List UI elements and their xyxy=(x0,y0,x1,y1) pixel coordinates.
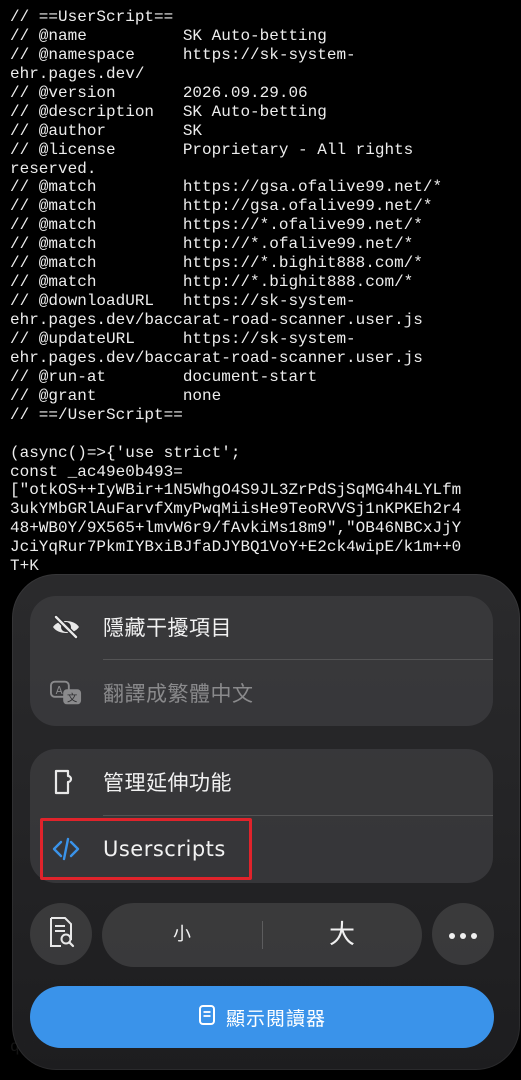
code-line: // @namespace https://sk-system- xyxy=(10,45,356,64)
text-size-smaller-button[interactable]: 小 xyxy=(102,903,262,967)
menu-group-page: 隱藏干擾項目 A 文 翻譯成繁體中文 xyxy=(30,596,493,726)
highlight-box xyxy=(40,818,252,880)
code-line: // @match http://*.ofalive99.net/* xyxy=(10,235,414,254)
code-line: 48+WB0Y/9X565+lmvW6r9/fAvkiMs18m9","OB46… xyxy=(10,519,462,538)
code-line: reserved. xyxy=(10,159,97,178)
hide-distractions-item[interactable]: 隱藏干擾項目 xyxy=(30,596,493,658)
code-line: // @match https://gsa.ofalive99.net/* xyxy=(10,178,443,197)
eye-slash-icon xyxy=(50,611,82,643)
translate-icon: A 文 xyxy=(50,677,82,709)
code-line: // @match https://*.ofalive99.net/* xyxy=(10,216,423,235)
code-line: const _ac49e0b493= xyxy=(10,462,183,481)
code-line: ehr.pages.dev/ xyxy=(10,64,145,83)
puzzle-extension-icon xyxy=(50,766,82,798)
code-line: ehr.pages.dev/baccarat-road-scanner.user… xyxy=(10,311,423,329)
code-line: // @downloadURL https://sk-system- xyxy=(10,292,356,311)
manage-extensions-item[interactable]: 管理延伸功能 xyxy=(30,751,493,813)
divider xyxy=(103,659,493,660)
page-menu-button[interactable] xyxy=(30,903,92,965)
more-button[interactable] xyxy=(432,903,494,965)
code-line: // @author SK xyxy=(10,121,203,140)
code-line: ehr.pages.dev/baccarat-road-scanner.user… xyxy=(10,348,423,367)
divider xyxy=(103,815,493,816)
code-line: // ==/UserScript== xyxy=(10,405,183,424)
svg-text:文: 文 xyxy=(67,691,77,704)
code-line: 3ukYMbGRlAuFarvfXmyPwqMiisHe9TeoRVVSj1nK… xyxy=(10,500,462,519)
code-line: // ==UserScript== xyxy=(10,8,174,26)
ellipsis-icon xyxy=(448,925,478,944)
code-line: (async()=>{'use strict'; xyxy=(10,443,241,462)
reader-doc-icon xyxy=(198,1004,216,1031)
code-line: // @version 2026.09.29.06 xyxy=(10,83,308,102)
code-line: // @match http://*.bighit888.com/* xyxy=(10,273,414,292)
code-line: JciYqRur7PkmIYBxiBJfaDJYBQ1VoY+E2ck4wipE… xyxy=(10,538,462,557)
translate-item[interactable]: A 文 翻譯成繁體中文 xyxy=(30,662,493,724)
page-search-icon xyxy=(47,916,75,952)
code-line: // @updateURL https://sk-system- xyxy=(10,329,356,348)
code-line: // @description SK Auto-betting xyxy=(10,102,327,121)
hide-distractions-label: 隱藏干擾項目 xyxy=(103,616,232,640)
translate-label: 翻譯成繁體中文 xyxy=(103,682,254,706)
code-line: ["otkOS++IyWBir+1N5WhgO4S9JL3ZrPdSjSqMG4… xyxy=(10,481,462,500)
code-line: // @match http://gsa.ofalive99.net/* xyxy=(10,197,433,216)
code-line: // @match https://*.bighit888.com/* xyxy=(10,254,423,273)
code-line: // @license Proprietary - All rights xyxy=(10,140,414,159)
show-reader-label: 顯示閱讀器 xyxy=(225,1007,326,1030)
svg-text:A: A xyxy=(56,685,63,697)
code-line: // @name SK Auto-betting xyxy=(10,26,327,45)
code-line: // @run-at document-start xyxy=(10,367,318,386)
text-size-larger-button[interactable]: 大 xyxy=(262,903,422,967)
show-reader-button[interactable]: 顯示閱讀器 xyxy=(30,986,494,1048)
manage-extensions-label: 管理延伸功能 xyxy=(103,771,232,795)
code-line: // @grant none xyxy=(10,386,222,405)
text-size-control: 小 大 xyxy=(102,903,422,967)
